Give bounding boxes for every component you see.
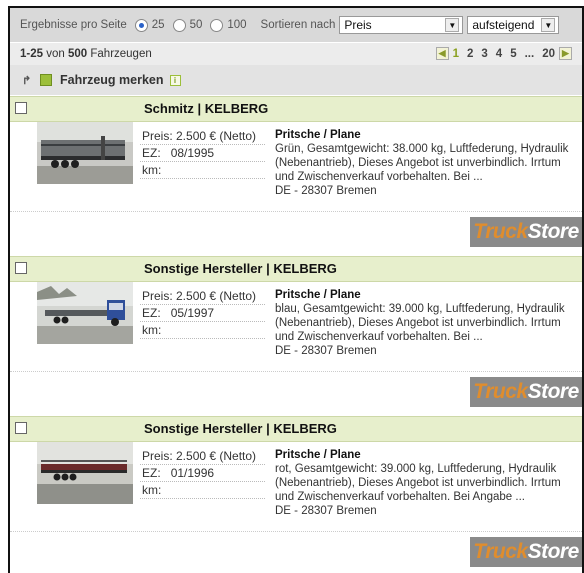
page-link-4[interactable]: 4	[496, 48, 502, 60]
listing-item: Sonstige Hersteller | KELBERG Preis: 2.5…	[10, 416, 582, 573]
listing-km: km:	[140, 162, 265, 179]
listing-description: blau, Gesamtgewicht: 39.000 kg, Luftfede…	[275, 303, 565, 343]
listing-description: rot, Gesamtgewicht: 39.000 kg, Luftfeder…	[275, 463, 561, 503]
listing-item: Sonstige Hersteller | KELBERG Preis: 2.5…	[10, 256, 582, 416]
vehicle-photo[interactable]	[37, 282, 133, 344]
listing-location: DE - 28307 Bremen	[275, 505, 377, 517]
listing-location: DE - 28307 Bremen	[275, 185, 377, 197]
arrow-up-right-icon: ↱	[22, 74, 32, 87]
listing-checkbox[interactable]	[15, 262, 27, 274]
listing-ez: EZ: 08/1995	[140, 145, 265, 162]
results-per-page-label: Ergebnisse pro Seite	[20, 19, 127, 31]
listing-km: km:	[140, 322, 265, 339]
radio-50[interactable]: 50	[172, 18, 202, 32]
page-link-3[interactable]: 3	[481, 48, 487, 60]
radio-100[interactable]: 100	[210, 18, 247, 32]
truckstore-logo[interactable]: Truck Store	[470, 377, 582, 407]
listing-header: Sonstige Hersteller | KELBERG	[10, 416, 582, 442]
listing-header: Schmitz | KELBERG	[10, 96, 582, 122]
listing-description-block: Pritsche / Plane blau, Gesamtgewicht: 39…	[275, 288, 575, 358]
page-link-5[interactable]: 5	[510, 48, 516, 60]
order-select[interactable]: aufsteigend ▼	[467, 16, 560, 34]
listing-price: Preis: 2.500 € (Netto)	[140, 448, 265, 465]
listing-description-block: Pritsche / Plane Grün, Gesamtgewicht: 38…	[275, 128, 575, 198]
page-link-2[interactable]: 2	[467, 48, 473, 60]
listing-key-data: Preis: 2.500 € (Netto) EZ: 01/1996 km:	[140, 448, 265, 499]
listing-key-data: Preis: 2.500 € (Netto) EZ: 05/1997 km:	[140, 288, 265, 339]
pagination: ◀ 1 2 3 4 5 ... 20 ▶	[435, 47, 572, 60]
results-summary: 1-25 von 500 Fahrzeugen ◀ 1 2 3 4 5 ... …	[10, 42, 582, 65]
listing-title[interactable]: Schmitz | KELBERG	[144, 101, 268, 116]
truckstore-logo[interactable]: Truck Store	[470, 537, 582, 567]
truckstore-logo[interactable]: Truck Store	[470, 217, 582, 247]
page-link-1[interactable]: 1	[453, 48, 459, 60]
listing-ez: EZ: 05/1997	[140, 305, 265, 322]
listing-price: Preis: 2.500 € (Netto)	[140, 128, 265, 145]
listing-key-data: Preis: 2.500 € (Netto) EZ: 08/1995 km:	[140, 128, 265, 179]
merken-button[interactable]: Fahrzeug merken	[60, 73, 164, 87]
radio-icon	[210, 18, 224, 32]
dropdown-arrow-icon: ▼	[541, 18, 556, 32]
page-ellipsis: ...	[524, 47, 535, 60]
listing-item: Schmitz | KELBERG Preis: 2.500 € (Netto)…	[10, 95, 582, 256]
radio-icon	[172, 18, 186, 32]
listing-ez: EZ: 01/1996	[140, 465, 265, 482]
listing-type: Pritsche / Plane	[275, 289, 361, 301]
listing-location: DE - 28307 Bremen	[275, 345, 377, 357]
listing-price: Preis: 2.500 € (Netto)	[140, 288, 265, 305]
divider	[10, 531, 582, 532]
listing-checkbox[interactable]	[15, 102, 27, 114]
listing-type: Pritsche / Plane	[275, 449, 361, 461]
divider	[10, 211, 582, 212]
vehicle-photo[interactable]	[37, 122, 133, 184]
listing-title[interactable]: Sonstige Hersteller | KELBERG	[144, 261, 337, 276]
radio-25[interactable]: 25	[134, 18, 165, 32]
radio-selected-icon	[134, 18, 148, 32]
page-link-20[interactable]: 20	[542, 48, 555, 60]
listing-checkbox[interactable]	[15, 422, 27, 434]
sort-select[interactable]: Preis ▼	[339, 16, 464, 34]
listing-type: Pritsche / Plane	[275, 129, 361, 141]
listing-description: Grün, Gesamtgewicht: 38.000 kg, Luftfede…	[275, 143, 569, 183]
listing-description-block: Pritsche / Plane rot, Gesamtgewicht: 39.…	[275, 448, 575, 518]
prev-page-icon[interactable]: ◀	[435, 47, 449, 60]
note-icon[interactable]	[40, 74, 52, 86]
dropdown-arrow-icon: ▼	[445, 18, 460, 32]
results-panel: Ergebnisse pro Seite 25 50 100 Sortieren…	[8, 6, 584, 573]
next-page-icon[interactable]: ▶	[559, 47, 572, 60]
sort-label: Sortieren nach	[260, 19, 336, 31]
info-icon[interactable]: i	[169, 74, 181, 86]
listing-km: km:	[140, 482, 265, 499]
merken-bar: ↱ Fahrzeug merken i	[10, 65, 582, 95]
results-toolbar: Ergebnisse pro Seite 25 50 100 Sortieren…	[10, 8, 582, 42]
listing-title[interactable]: Sonstige Hersteller | KELBERG	[144, 421, 337, 436]
divider	[10, 371, 582, 372]
listing-header: Sonstige Hersteller | KELBERG	[10, 256, 582, 282]
vehicle-photo[interactable]	[37, 442, 133, 504]
